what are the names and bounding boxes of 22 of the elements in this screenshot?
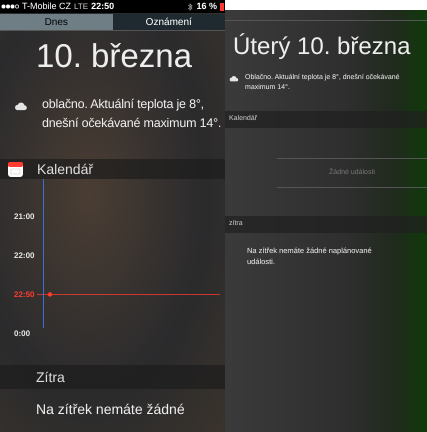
time-label: 22:50 [14, 288, 34, 300]
time-label: 22:00 [14, 250, 34, 262]
bluetooth-icon [188, 2, 194, 10]
section-title: Kalendář [37, 160, 94, 178]
date-heading: Úterý 10. března [232, 32, 412, 62]
date-heading: 10. března [35, 36, 193, 76]
calendar-icon [8, 162, 23, 176]
tab[interactable]: Dnes [0, 14, 112, 30]
section-title: Zítra [36, 368, 65, 386]
tomorrow-message: Na zítřek nemáte žádné [35, 400, 186, 419]
weather-summary: oblačno. Aktuální teplota je 8°, dnešní očekávané maximum 14°. [42, 96, 222, 132]
clock: 22:50 [91, 0, 114, 13]
battery-percent: 16 % [196, 0, 217, 13]
network-type: LTE [74, 0, 88, 12]
cloud-icon [229, 75, 239, 82]
tab[interactable]: Oznámení [112, 14, 225, 30]
cloud-icon [14, 101, 28, 111]
signal-icon [1, 4, 19, 9]
time-label: 21:00 [14, 210, 34, 222]
carrier-name: T-Mobile CZ [22, 0, 72, 13]
time-label: 0:00 [14, 328, 30, 340]
battery-icon [220, 2, 224, 10]
